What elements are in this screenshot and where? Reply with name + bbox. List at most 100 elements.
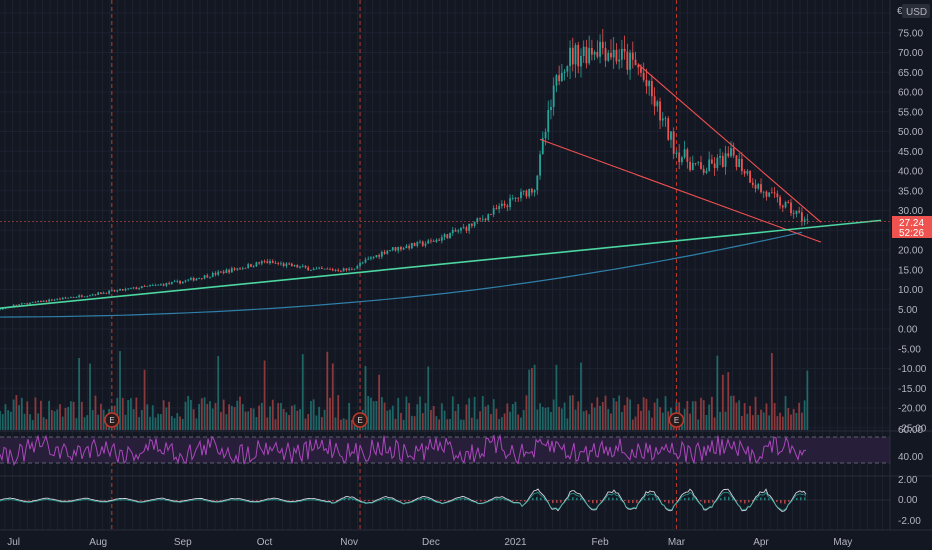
macd-hist [588, 500, 590, 502]
currency-selector[interactable]: USD [902, 4, 930, 18]
candle-body [590, 48, 593, 55]
volume-bar [241, 404, 244, 430]
macd-hist [540, 497, 542, 501]
price-tick: 45.00 [898, 147, 923, 158]
volume-bar [686, 400, 689, 430]
candle-body [299, 266, 301, 268]
candle-body [370, 257, 372, 259]
candle-body [130, 288, 132, 290]
candle-body [124, 288, 127, 291]
candle-body [528, 188, 531, 197]
macd-hist [424, 498, 426, 501]
macd-hist [212, 500, 214, 501]
candle-body [751, 182, 754, 185]
candle-body [217, 271, 220, 275]
candle-body [228, 269, 231, 273]
candle-body [127, 288, 130, 290]
stock-chart[interactable]: E E E 75.00 70.00 65.00 60.00 55.00 50.00 45.00 4… [0, 0, 932, 550]
volume-bar [618, 395, 621, 430]
candle-body [356, 266, 359, 269]
candle-body [408, 245, 411, 249]
time-axis[interactable]: Jul Aug Sep Oct Nov Dec 2021 Feb Mar Apr May [0, 529, 932, 548]
macd-hist [628, 500, 630, 503]
volume-bar [331, 363, 334, 430]
volume-bar [481, 396, 484, 430]
volume-bar [487, 404, 490, 430]
candle-body [121, 289, 124, 291]
macd-hist [664, 500, 666, 502]
price-tick: 55.00 [898, 107, 923, 118]
candle-body [203, 275, 206, 279]
volume-bar [258, 405, 261, 430]
volume-bar [220, 411, 222, 430]
candle-body [544, 131, 547, 139]
candle-body [419, 241, 421, 243]
volume-bar [435, 416, 438, 430]
candle-body [520, 191, 522, 199]
volume-bar [91, 410, 94, 430]
candle-body [713, 163, 716, 169]
price-tick: 35.00 [898, 186, 923, 197]
macd-hist [256, 500, 258, 501]
candle-body [440, 237, 443, 241]
volume-bar [768, 415, 771, 430]
volume-bar [637, 404, 640, 430]
volume-bar [119, 351, 121, 430]
macd-hist [364, 500, 366, 501]
macd-hist [444, 500, 446, 502]
candle-body [26, 303, 29, 305]
volume-bar [383, 402, 386, 430]
macd-hist [532, 498, 534, 501]
candle-body [724, 153, 727, 167]
trendlines[interactable] [0, 63, 890, 311]
macd-hist [644, 498, 646, 501]
macd-hist [572, 497, 574, 501]
candle-body [173, 281, 176, 283]
volume-bar [525, 395, 528, 430]
candle-body [558, 75, 561, 82]
volume-bar [72, 401, 75, 430]
candle-body [806, 219, 809, 221]
volume-bar [56, 409, 59, 430]
price-axis[interactable]: 75.00 70.00 65.00 60.00 55.00 50.00 45.00 40.00… [889, 0, 927, 530]
macd-hist [476, 500, 478, 501]
candle-body [241, 267, 244, 269]
volume-bar [697, 419, 700, 430]
candle-body [563, 71, 566, 73]
macd-hist [708, 500, 710, 503]
volume-bar [735, 402, 738, 430]
volume-bar [151, 405, 154, 430]
volume-bar [689, 413, 691, 430]
candle-body [20, 303, 23, 305]
candle-body [509, 198, 511, 208]
volume-bar [15, 395, 18, 430]
volume-bar [468, 398, 471, 430]
volume-bar [803, 400, 806, 430]
volume-bar [427, 366, 430, 430]
candle-body [168, 282, 171, 284]
volume-bar [552, 399, 555, 430]
candle-body [678, 152, 681, 163]
volume-bar [318, 406, 321, 430]
candle-body [110, 290, 113, 292]
candle-body [334, 269, 337, 271]
volume-bar [326, 351, 329, 430]
volume-bar [345, 419, 348, 430]
currency-label: USD [906, 7, 927, 18]
price-tick: 30.00 [898, 206, 923, 217]
volume-bar [400, 412, 402, 430]
volume-bar [506, 403, 509, 430]
volume-bar [416, 404, 419, 430]
macd-hist [704, 500, 706, 504]
macd-hist [408, 500, 410, 502]
candle-body [650, 81, 653, 97]
candle-body [53, 299, 56, 301]
candle-body [503, 203, 506, 206]
candle-body [770, 192, 773, 194]
volume-bar [263, 360, 266, 430]
volume-bar [484, 406, 487, 430]
volume-bar [801, 412, 803, 430]
time-tick: Aug [89, 537, 107, 548]
candle-body [271, 261, 274, 263]
candle-body [389, 250, 391, 251]
